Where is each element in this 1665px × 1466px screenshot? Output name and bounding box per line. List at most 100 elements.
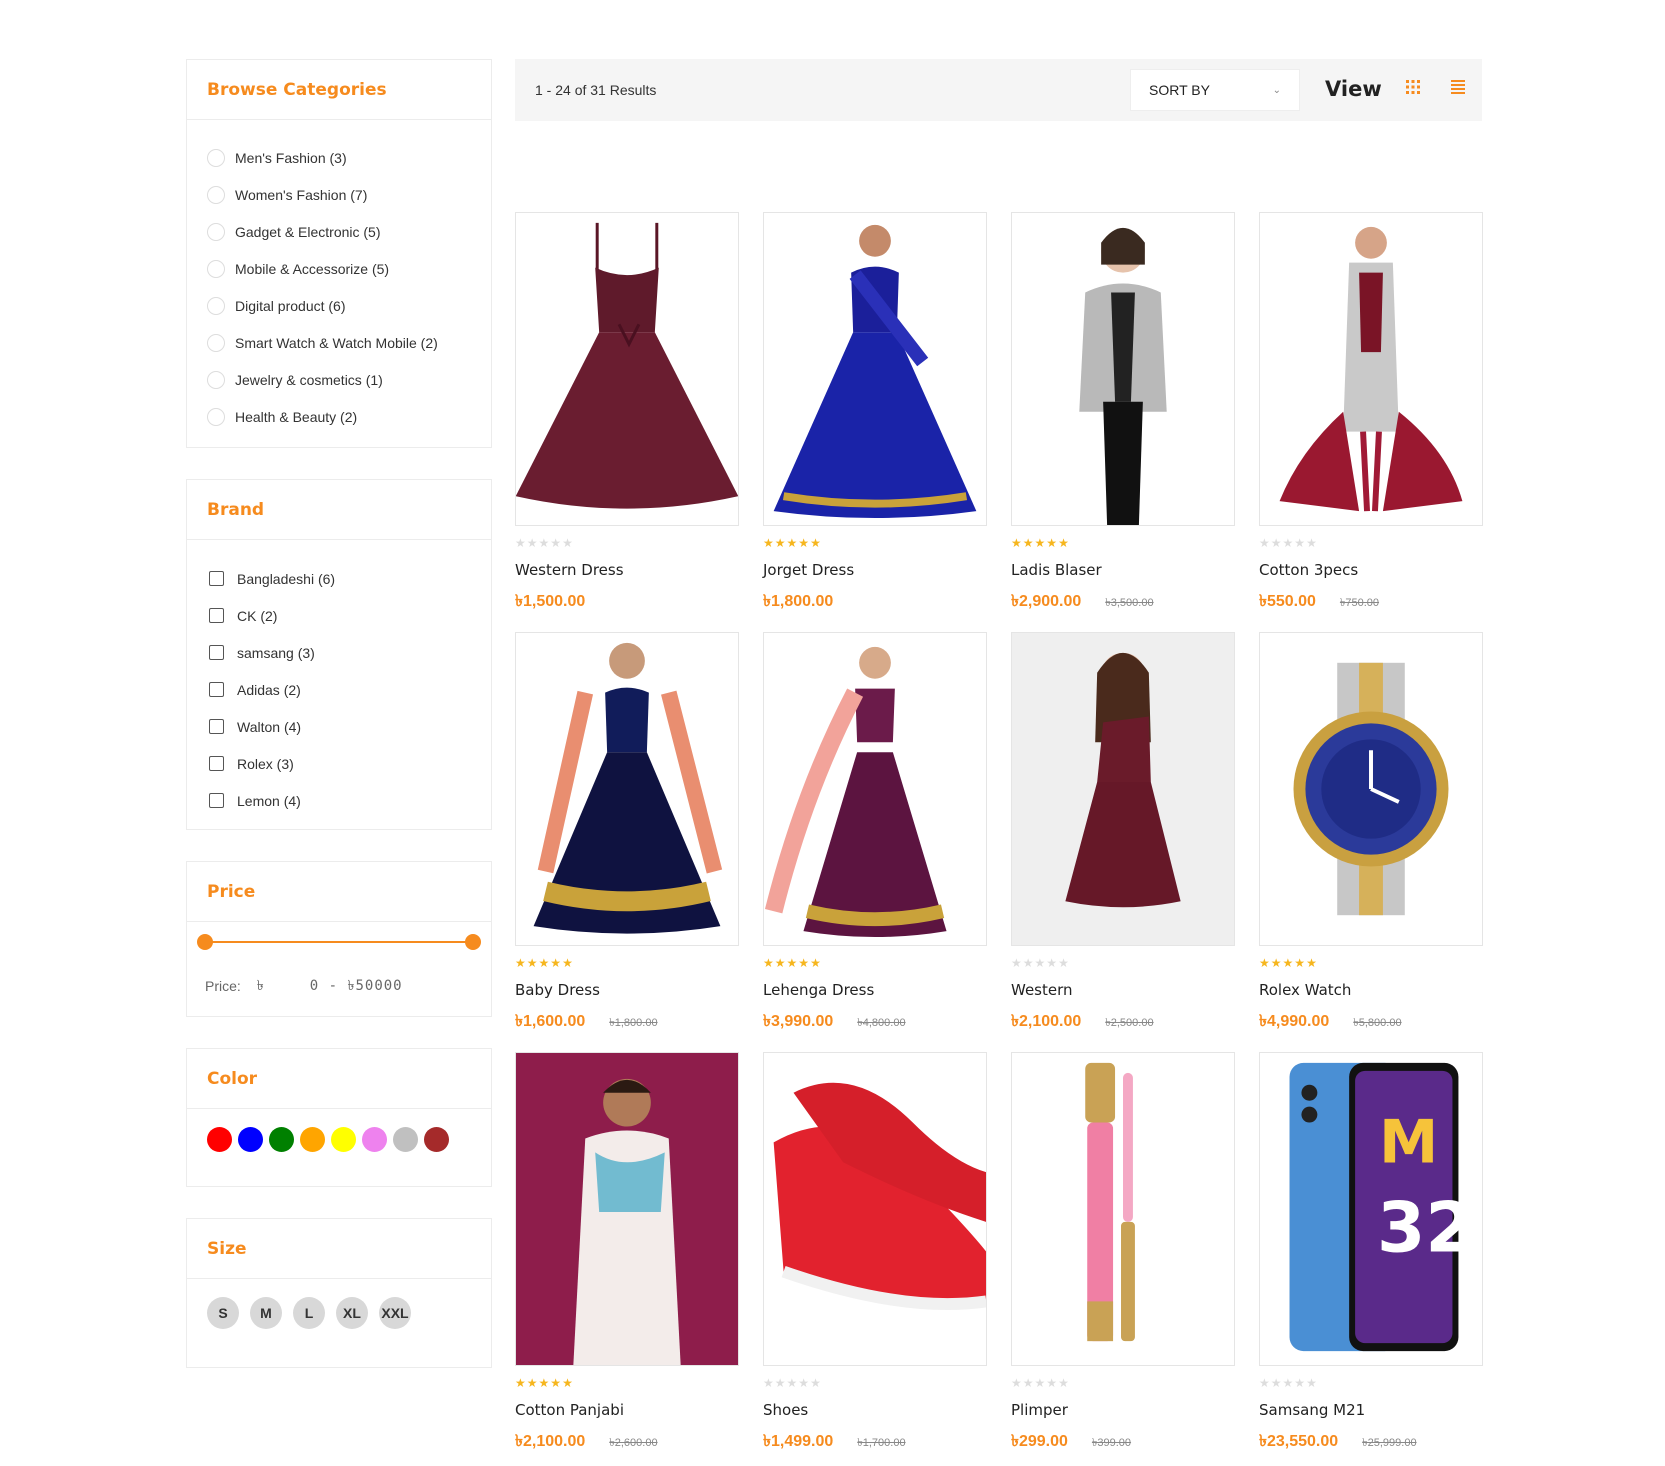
color-swatch[interactable] [424, 1127, 449, 1152]
product-card[interactable]: ★ ★ ★ ★ ★ Plimper ৳299.00 ৳399.00 [1011, 1052, 1235, 1466]
product-card[interactable]: M 32 ★ ★ ★ ★ ★ Samsang M21 ৳23,550.00 ৳25,999.00 [1259, 1052, 1483, 1466]
radio-button[interactable] [207, 148, 225, 167]
radio-button[interactable] [207, 222, 225, 241]
checkbox[interactable] [209, 608, 224, 623]
product-name[interactable]: Jorget Dress [763, 561, 987, 579]
product-name[interactable]: Cotton Panjabi [515, 1401, 739, 1419]
product-image[interactable] [763, 212, 987, 526]
product-name[interactable]: Baby Dress [515, 981, 739, 999]
size-m[interactable]: M [250, 1297, 282, 1329]
radio-button[interactable] [207, 259, 225, 278]
product-prices: ৳1,500.00 [515, 588, 739, 615]
category-health-beauty[interactable]: Health & Beauty (2) [207, 398, 471, 435]
size-xl[interactable]: XL [336, 1297, 368, 1329]
checkbox[interactable] [209, 756, 224, 771]
product-price: ৳299.00 [1011, 1433, 1068, 1450]
product-name[interactable]: Shoes [763, 1401, 987, 1419]
category-mens-fashion[interactable]: Men's Fashion (3) [207, 139, 471, 176]
radio-button[interactable] [207, 296, 225, 315]
brand-walton[interactable]: Walton (4) [207, 708, 471, 745]
product-image[interactable] [1011, 632, 1235, 946]
product-image[interactable] [1259, 212, 1483, 526]
star-icon: ★ [1294, 536, 1306, 550]
product-name[interactable]: Ladis Blaser [1011, 561, 1235, 579]
product-image[interactable] [1011, 1052, 1235, 1366]
price-range-slider[interactable] [197, 932, 481, 952]
product-card[interactable]: ★ ★ ★ ★ ★ Baby Dress ৳1,600.00 ৳1,800.00 [515, 632, 739, 1052]
color-swatch[interactable] [238, 1127, 263, 1152]
sort-by-dropdown[interactable]: SORT BY ⌄ [1130, 69, 1300, 111]
product-card[interactable]: ★ ★ ★ ★ ★ Rolex Watch ৳4,990.00 ৳5,800.00 [1259, 632, 1483, 1052]
color-swatch[interactable] [269, 1127, 294, 1152]
color-swatch[interactable] [393, 1127, 418, 1152]
checkbox[interactable] [209, 793, 224, 808]
brand-rolex[interactable]: Rolex (3) [207, 745, 471, 782]
product-card[interactable]: ★ ★ ★ ★ ★ Lehenga Dress ৳3,990.00 ৳4,800.00 [763, 632, 987, 1052]
brand-adidas[interactable]: Adidas (2) [207, 671, 471, 708]
product-prices: ৳23,550.00 ৳25,999.00 [1259, 1428, 1483, 1455]
categories-title: Browse Categories [207, 79, 387, 100]
size-s[interactable]: S [207, 1297, 239, 1329]
grid-view-icon[interactable] [1405, 79, 1421, 95]
brand-lemon[interactable]: Lemon (4) [207, 782, 471, 819]
checkbox[interactable] [209, 682, 224, 697]
product-card[interactable]: ★ ★ ★ ★ ★ Cotton 3pecs ৳550.00 ৳750.00 [1259, 212, 1483, 632]
product-name[interactable]: Western [1011, 981, 1235, 999]
radio-button[interactable] [207, 407, 225, 426]
slider-min-handle[interactable] [197, 934, 213, 950]
color-swatch[interactable] [207, 1127, 232, 1152]
product-image[interactable] [515, 632, 739, 946]
category-digital-product[interactable]: Digital product (6) [207, 287, 471, 324]
color-swatch[interactable] [300, 1127, 325, 1152]
product-image[interactable] [515, 1052, 739, 1366]
radio-button[interactable] [207, 333, 225, 352]
brand-ck[interactable]: CK (2) [207, 597, 471, 634]
product-card[interactable]: ★ ★ ★ ★ ★ Jorget Dress ৳1,800.00 [763, 212, 987, 632]
product-card[interactable]: ★ ★ ★ ★ ★ Western ৳2,100.00 ৳2,500.00 [1011, 632, 1235, 1052]
color-swatch[interactable] [362, 1127, 387, 1152]
svg-text:M: M [1379, 1108, 1438, 1177]
product-name[interactable]: Western Dress [515, 561, 739, 579]
color-widget: Color [186, 1048, 492, 1187]
checkbox[interactable] [209, 571, 224, 586]
category-womens-fashion[interactable]: Women's Fashion (7) [207, 176, 471, 213]
checkbox[interactable] [209, 719, 224, 734]
product-name[interactable]: Samsang M21 [1259, 1401, 1483, 1419]
product-card[interactable]: ★ ★ ★ ★ ★ Western Dress ৳1,500.00 [515, 212, 739, 632]
star-icon: ★ [1022, 536, 1034, 550]
product-card[interactable]: ★ ★ ★ ★ ★ Cotton Panjabi ৳2,100.00 ৳2,600.00 [515, 1052, 739, 1466]
category-smart-watch[interactable]: Smart Watch & Watch Mobile (2) [207, 324, 471, 361]
product-name[interactable]: Plimper [1011, 1401, 1235, 1419]
product-image[interactable] [515, 212, 739, 526]
radio-button[interactable] [207, 370, 225, 389]
rating-stars: ★ ★ ★ ★ ★ [515, 1377, 739, 1389]
product-card[interactable]: ★ ★ ★ ★ ★ Ladis Blaser ৳2,900.00 ৳3,500.00 [1011, 212, 1235, 632]
star-icon: ★ [1022, 1376, 1034, 1390]
star-icon: ★ [526, 536, 538, 550]
category-mobile-accessorize[interactable]: Mobile & Accessorize (5) [207, 250, 471, 287]
radio-button[interactable] [207, 185, 225, 204]
checkbox[interactable] [209, 645, 224, 660]
category-jewelry-cosmetics[interactable]: Jewelry & cosmetics (1) [207, 361, 471, 398]
product-prices: ৳2,100.00 ৳2,500.00 [1011, 1008, 1235, 1035]
color-swatch[interactable] [331, 1127, 356, 1152]
product-card[interactable]: ★ ★ ★ ★ ★ Shoes ৳1,499.00 ৳1,700.00 [763, 1052, 987, 1466]
size-title: Size [207, 1238, 247, 1259]
product-image[interactable] [763, 1052, 987, 1366]
results-toolbar: 1 - 24 of 31 Results SORT BY ⌄ View [515, 59, 1482, 121]
product-name[interactable]: Lehenga Dress [763, 981, 987, 999]
product-image[interactable] [1259, 632, 1483, 946]
product-image[interactable]: M 32 [1259, 1052, 1483, 1366]
star-icon: ★ [1282, 536, 1294, 550]
list-view-icon[interactable] [1450, 79, 1466, 95]
brand-bangladeshi[interactable]: Bangladeshi (6) [207, 560, 471, 597]
category-gadget-electronic[interactable]: Gadget & Electronic (5) [207, 213, 471, 250]
size-xxl[interactable]: XXL [379, 1297, 411, 1329]
product-name[interactable]: Rolex Watch [1259, 981, 1483, 999]
size-l[interactable]: L [293, 1297, 325, 1329]
slider-max-handle[interactable] [465, 934, 481, 950]
product-image[interactable] [763, 632, 987, 946]
brand-samsang[interactable]: samsang (3) [207, 634, 471, 671]
product-name[interactable]: Cotton 3pecs [1259, 561, 1483, 579]
product-image[interactable] [1011, 212, 1235, 526]
